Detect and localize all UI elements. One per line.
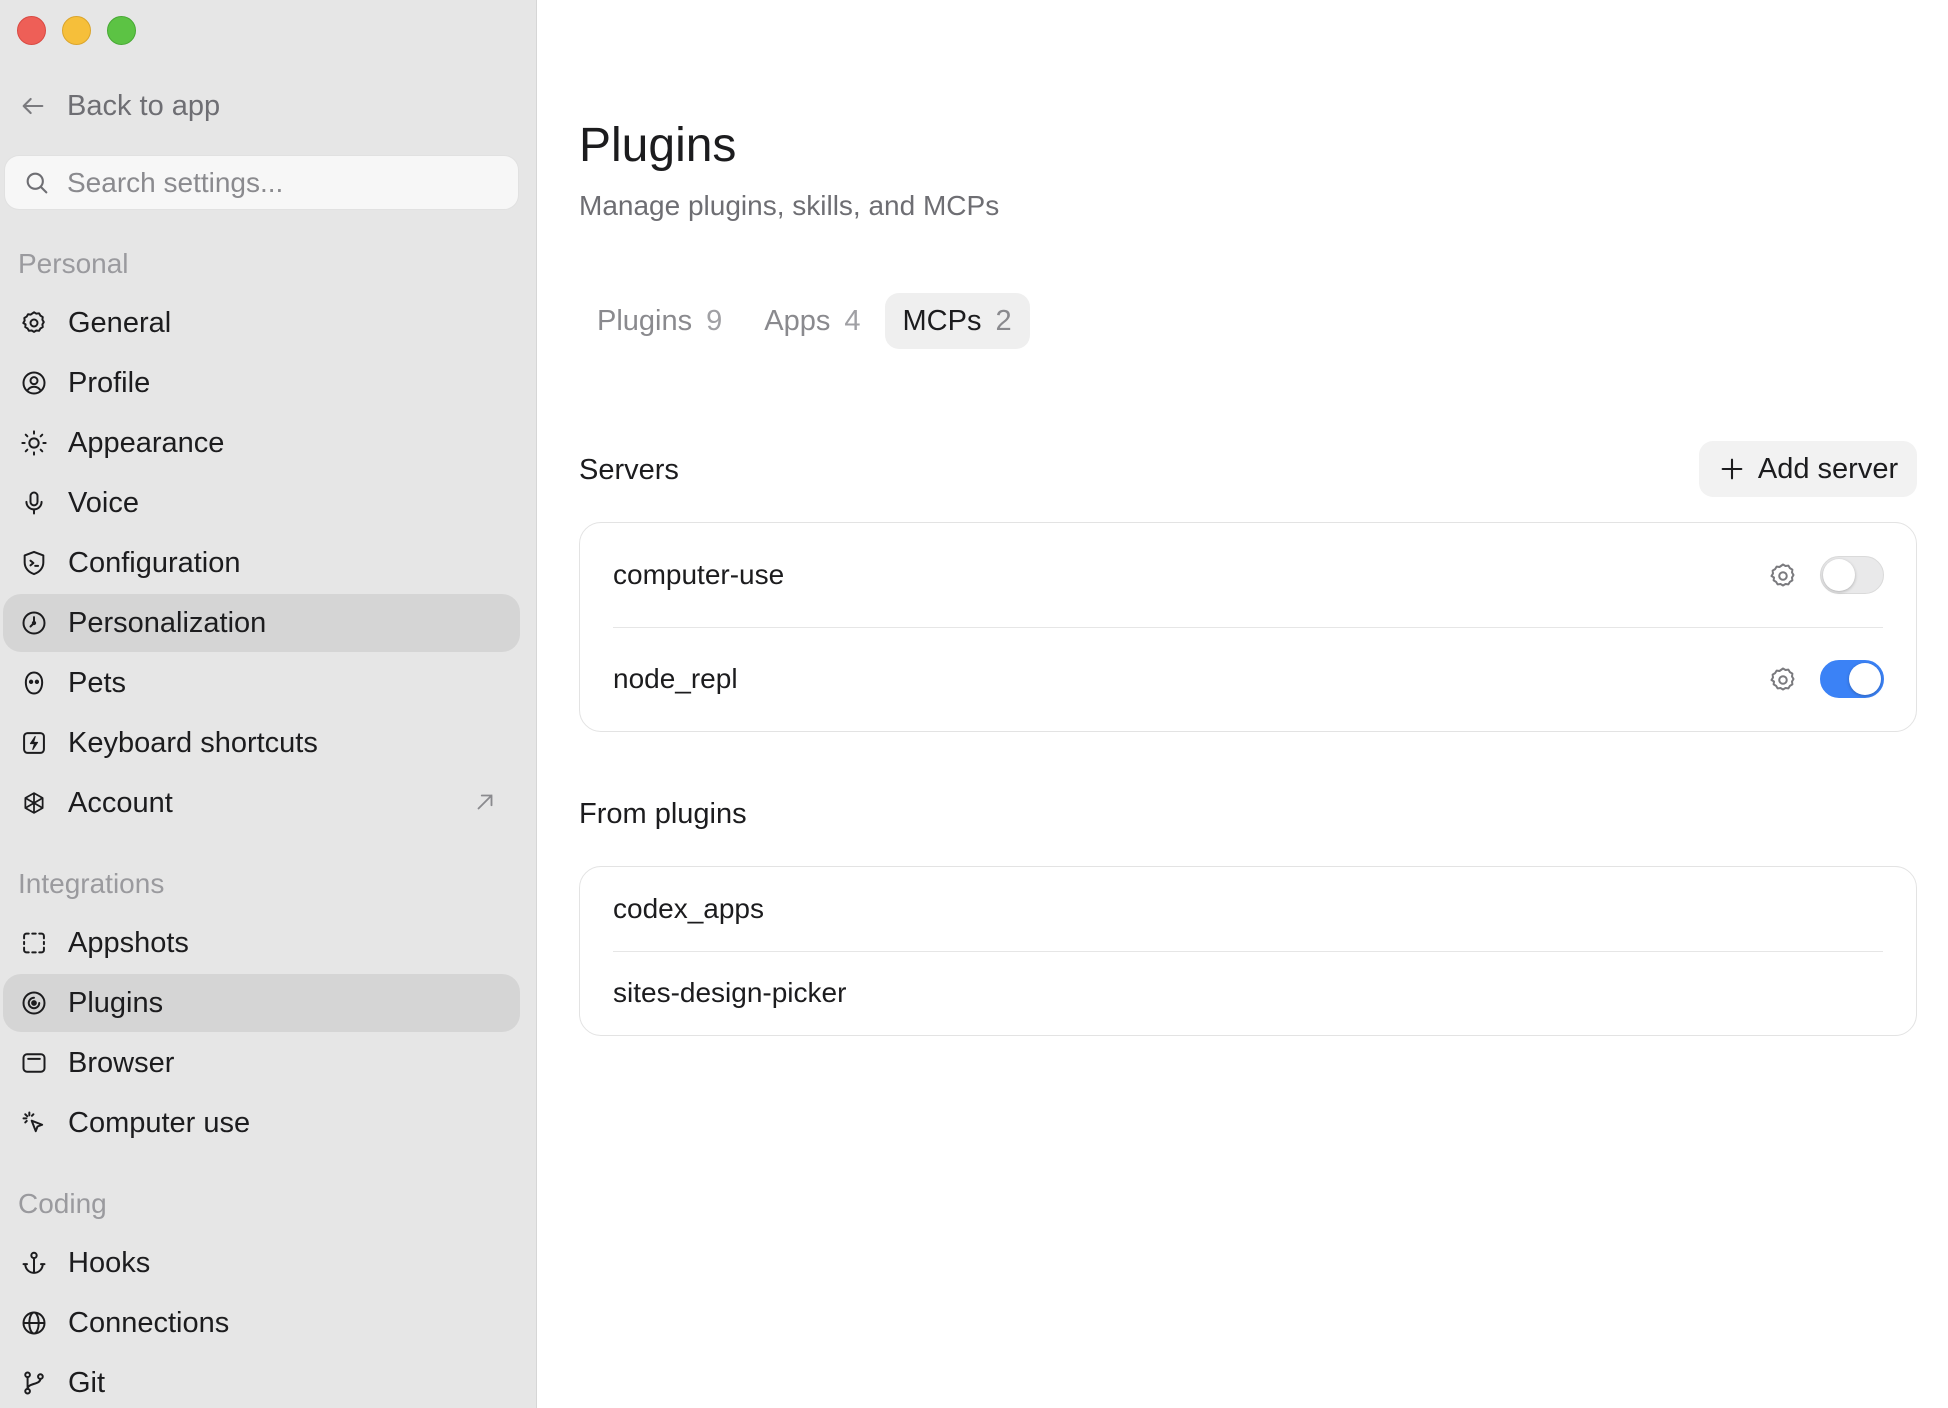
sidebar-item-connections[interactable]: Connections [3, 1294, 520, 1352]
sidebar-item-label: Pets [68, 666, 127, 699]
git-branch-icon [24, 1371, 44, 1395]
shield-terminal-icon [23, 550, 45, 576]
pet-icon [24, 671, 44, 695]
sidebar-item-label: Connections [68, 1306, 230, 1339]
toggle-knob [1849, 663, 1881, 695]
sidebar-item-label: Profile [68, 366, 151, 399]
search-input[interactable] [67, 166, 487, 199]
personalization-icon [22, 611, 46, 635]
tab-count: 2 [995, 304, 1012, 337]
server-row-computer-use: computer-use [580, 523, 1916, 627]
add-server-label: Add server [1757, 452, 1899, 485]
sidebar-item-account[interactable]: Account [3, 774, 520, 832]
tab-count: 9 [706, 304, 723, 337]
sidebar-item-profile[interactable]: Profile [3, 354, 520, 412]
tab-label: Apps [764, 304, 831, 337]
section-label-integrations: Integrations [18, 868, 165, 899]
tab-bar: Plugins 9 Apps 4 MCPs 2 [579, 293, 1030, 349]
sidebar-item-label: Voice [68, 486, 139, 519]
user-circle-icon [22, 371, 46, 395]
sidebar-item-label: Hooks [68, 1246, 151, 1279]
sidebar-item-appearance[interactable]: Appearance [3, 414, 520, 472]
external-link-icon [477, 794, 493, 810]
close-window-button[interactable] [17, 16, 46, 45]
tab-plugins[interactable]: Plugins 9 [579, 293, 740, 349]
sidebar-item-label: Personalization [68, 606, 267, 639]
sidebar-item-label: Account [68, 786, 173, 819]
sidebar-item-voice[interactable]: Voice [3, 474, 520, 532]
servers-list: computer-use node_repl [579, 522, 1917, 732]
sidebar-item-label: Plugins [68, 986, 164, 1019]
tab-mcps[interactable]: MCPs 2 [884, 293, 1030, 349]
add-server-button[interactable]: Add server [1699, 441, 1917, 497]
globe-icon [22, 1311, 46, 1335]
plugin-icon [22, 991, 46, 1015]
gear-icon[interactable] [1768, 561, 1798, 591]
plugin-server-row: sites-design-picker [580, 951, 1916, 1035]
plugin-server-name: sites-design-picker [613, 977, 847, 1008]
servers-heading: Servers [579, 454, 679, 486]
toggle-knob [1823, 559, 1855, 591]
screenshot-icon [23, 932, 45, 954]
plugin-server-name: codex_apps [613, 893, 765, 924]
keyboard-bolt-icon [23, 732, 45, 754]
microphone-icon [25, 491, 43, 515]
sidebar-item-computer-use[interactable]: Computer use [3, 1094, 520, 1152]
minimize-window-button[interactable] [62, 16, 91, 45]
search-icon [26, 172, 48, 193]
settings-window: Back to app Personal General Profile App… [0, 0, 1948, 1408]
gear-icon [22, 311, 45, 333]
plugin-server-row: codex_apps [580, 867, 1916, 951]
sidebar-item-label: General [68, 306, 172, 339]
browser-icon [22, 1053, 46, 1073]
from-plugins-list: codex_apps sites-design-picker [579, 866, 1917, 1036]
sidebar-item-label: Appshots [68, 926, 189, 959]
sidebar-item-pets[interactable]: Pets [3, 654, 520, 712]
sidebar-item-appshots[interactable]: Appshots [3, 914, 520, 972]
gear-icon[interactable] [1768, 665, 1798, 695]
zoom-window-button[interactable] [107, 16, 136, 45]
sidebar-item-label: Keyboard shortcuts [68, 726, 318, 759]
page-subtitle: Manage plugins, skills, and MCPs [579, 190, 1000, 221]
cursor-click-icon [22, 1111, 44, 1133]
tab-label: Plugins [597, 304, 693, 337]
sidebar-item-browser[interactable]: Browser [3, 1034, 520, 1092]
sidebar-item-label: Computer use [68, 1106, 251, 1139]
tab-count: 4 [844, 304, 861, 337]
section-label-coding: Coding [18, 1188, 107, 1219]
search-settings[interactable] [5, 156, 518, 209]
from-plugins-heading: From plugins [579, 798, 747, 830]
anchor-icon [22, 1251, 46, 1274]
sidebar: Back to app Personal General Profile App… [0, 0, 537, 1408]
sidebar-item-personalization[interactable]: Personalization [3, 594, 520, 652]
server-row-node-repl: node_repl [580, 627, 1916, 731]
page-title: Plugins [579, 119, 737, 172]
server-toggle-node-repl[interactable] [1820, 660, 1884, 698]
sidebar-item-label: Browser [68, 1046, 175, 1079]
section-label-personal: Personal [18, 248, 129, 279]
tab-apps[interactable]: Apps 4 [746, 293, 878, 349]
sidebar-item-label: Appearance [68, 426, 225, 459]
sidebar-item-keyboard-shortcuts[interactable]: Keyboard shortcuts [3, 714, 520, 772]
plus-icon [1721, 458, 1743, 480]
sidebar-item-plugins[interactable]: Plugins [3, 974, 520, 1032]
sidebar-item-label: Git [68, 1366, 106, 1399]
server-name: computer-use [613, 559, 785, 590]
sidebar-item-git[interactable]: Git [3, 1354, 520, 1408]
sidebar-item-general[interactable]: General [3, 294, 520, 352]
tab-label: MCPs [902, 304, 982, 337]
openai-icon [24, 792, 44, 814]
server-name: node_repl [613, 663, 738, 694]
back-to-app-link[interactable]: Back to app [19, 86, 220, 126]
sun-icon [21, 430, 47, 456]
sidebar-item-label: Configuration [68, 546, 241, 579]
main-content: Plugins Manage plugins, skills, and MCPs… [537, 0, 1948, 1408]
sidebar-item-hooks[interactable]: Hooks [3, 1234, 520, 1292]
traffic-lights [17, 16, 136, 45]
back-to-app-label: Back to app [67, 89, 221, 122]
server-toggle-computer-use[interactable] [1820, 556, 1884, 594]
sidebar-item-configuration[interactable]: Configuration [3, 534, 520, 592]
arrow-left-icon [22, 97, 44, 115]
